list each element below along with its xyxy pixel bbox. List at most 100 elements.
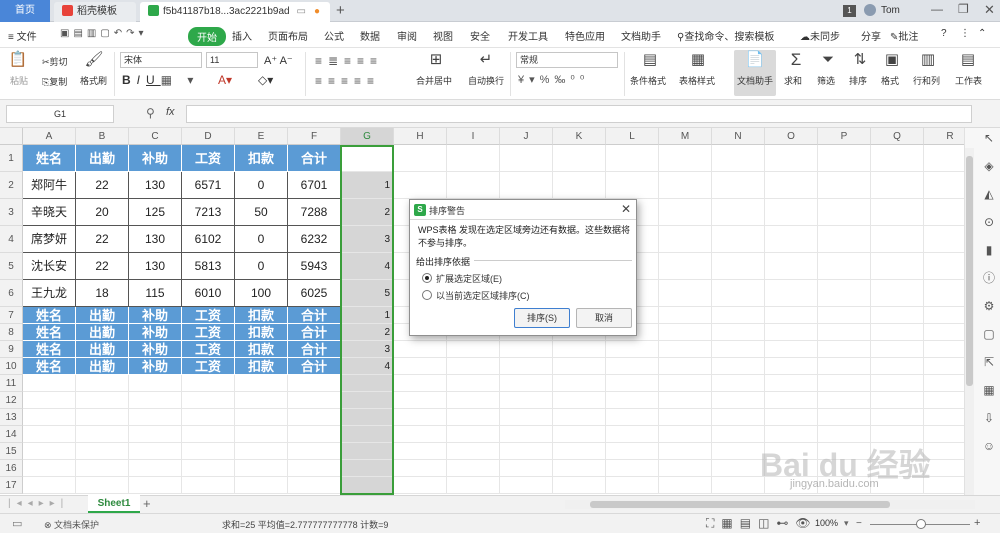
data-cell[interactable]: 0 [235, 253, 288, 280]
cell[interactable] [606, 341, 659, 358]
number-format-select[interactable]: 常规 [516, 52, 618, 68]
column-header[interactable]: E [235, 128, 288, 145]
row-header[interactable]: 10 [0, 358, 23, 375]
g-column-cell[interactable]: 3 [341, 226, 394, 253]
header-cell[interactable]: 出勤 [76, 145, 129, 172]
cell[interactable] [500, 375, 553, 392]
row-header[interactable]: 16 [0, 460, 23, 477]
menu-page-layout[interactable]: 页面布局 [268, 28, 308, 43]
header-cell[interactable]: 出勤 [76, 307, 129, 324]
cell[interactable] [235, 375, 288, 392]
cell[interactable] [553, 460, 606, 477]
merge-center-icon[interactable]: ⊞ [426, 52, 446, 68]
data-cell[interactable]: 130 [129, 172, 182, 199]
cell[interactable] [712, 172, 765, 199]
tab-current-file[interactable]: f5b41187b18...3ac2221b9ad ▭ ● [140, 2, 330, 22]
cell[interactable] [182, 409, 235, 426]
cell[interactable] [924, 409, 964, 426]
cell[interactable] [182, 392, 235, 409]
cell[interactable] [765, 172, 818, 199]
row-header[interactable]: 8 [0, 324, 23, 341]
cell[interactable] [76, 426, 129, 443]
cell[interactable] [871, 341, 924, 358]
data-cell[interactable]: 22 [76, 226, 129, 253]
cell[interactable] [818, 172, 871, 199]
cell[interactable] [871, 280, 924, 307]
cell[interactable] [553, 443, 606, 460]
format-button[interactable]: 格式 [881, 74, 899, 87]
cell[interactable] [288, 392, 341, 409]
comment-button[interactable]: ✎批注 [890, 28, 918, 43]
cell[interactable] [182, 443, 235, 460]
cell[interactable] [924, 253, 964, 280]
cell[interactable] [23, 443, 76, 460]
cell[interactable] [765, 199, 818, 226]
cell[interactable] [553, 409, 606, 426]
header-cell[interactable]: 扣款 [235, 358, 288, 375]
row-header[interactable]: 1 [0, 145, 23, 172]
copy-button[interactable]: ⎘复制 [42, 75, 67, 88]
cell[interactable] [341, 460, 394, 477]
cell[interactable] [712, 280, 765, 307]
data-cell[interactable]: 50 [235, 199, 288, 226]
data-cell[interactable]: 6571 [182, 172, 235, 199]
indent-buttons[interactable]: ≡≡≡≡≡ [315, 74, 380, 88]
conditional-format-icon[interactable]: ▤ [640, 52, 660, 68]
sort-button[interactable]: 排序 [849, 74, 867, 87]
h-scroll-thumb[interactable] [590, 501, 890, 508]
radio-expand-selection[interactable] [422, 273, 432, 283]
column-header[interactable]: O [765, 128, 818, 145]
export-icon[interactable]: ⇱ [979, 348, 999, 376]
data-cell[interactable]: 5813 [182, 253, 235, 280]
cell[interactable] [129, 392, 182, 409]
macro-icon[interactable]: ▭ [12, 517, 22, 530]
font-name-select[interactable]: 宋体 [120, 52, 202, 68]
sidebar-tool-icons[interactable]: ↖ ◈ ◭ ⊙ ▮ ⓘ ⚙ ▢ ⇱ ▦ ⇩ ☺ [979, 124, 999, 460]
cut-button[interactable]: ✂剪切 [42, 55, 68, 68]
wrap-text-button[interactable]: 自动换行 [468, 74, 504, 87]
cell[interactable] [606, 145, 659, 172]
cell[interactable] [606, 392, 659, 409]
row-header[interactable]: 9 [0, 341, 23, 358]
data-cell[interactable]: 辛晓天 [23, 199, 76, 226]
new-tab-button[interactable]: + [336, 2, 345, 19]
header-cell[interactable]: 扣款 [235, 324, 288, 341]
column-header[interactable]: I [447, 128, 500, 145]
merge-center-button[interactable]: 合并居中 [416, 74, 452, 87]
cell[interactable] [500, 392, 553, 409]
select-all-corner[interactable] [0, 128, 23, 145]
cell[interactable] [23, 409, 76, 426]
filter-button[interactable]: 筛选 [817, 74, 835, 87]
cell[interactable] [182, 460, 235, 477]
cell[interactable] [924, 392, 964, 409]
cell[interactable] [182, 426, 235, 443]
column-header[interactable]: N [712, 128, 765, 145]
column-header[interactable]: H [394, 128, 447, 145]
number-format-buttons[interactable]: ¥▾%‰⁰⁰ [518, 73, 589, 86]
formula-input[interactable] [186, 105, 972, 123]
data-cell[interactable]: 5943 [288, 253, 341, 280]
cell[interactable] [871, 409, 924, 426]
menu-developer[interactable]: 开发工具 [508, 28, 548, 43]
g-column-cell[interactable]: 1 [341, 307, 394, 324]
cell[interactable] [447, 477, 500, 494]
column-header[interactable]: P [818, 128, 871, 145]
cell[interactable] [23, 392, 76, 409]
vertical-scrollbar[interactable] [965, 148, 974, 495]
cell[interactable] [871, 172, 924, 199]
clear-format-icon[interactable]: ◇▾ [258, 73, 273, 87]
cell[interactable] [818, 358, 871, 375]
cell[interactable] [871, 324, 924, 341]
cell[interactable] [394, 145, 447, 172]
cell[interactable] [553, 358, 606, 375]
cell[interactable] [394, 426, 447, 443]
cell[interactable] [447, 409, 500, 426]
menu-review[interactable]: 审阅 [397, 28, 417, 43]
row-header[interactable]: 5 [0, 253, 23, 280]
cell[interactable] [288, 460, 341, 477]
cell[interactable] [659, 307, 712, 324]
data-cell[interactable]: 130 [129, 253, 182, 280]
cell[interactable] [924, 280, 964, 307]
cell[interactable] [341, 392, 394, 409]
cell[interactable] [765, 280, 818, 307]
